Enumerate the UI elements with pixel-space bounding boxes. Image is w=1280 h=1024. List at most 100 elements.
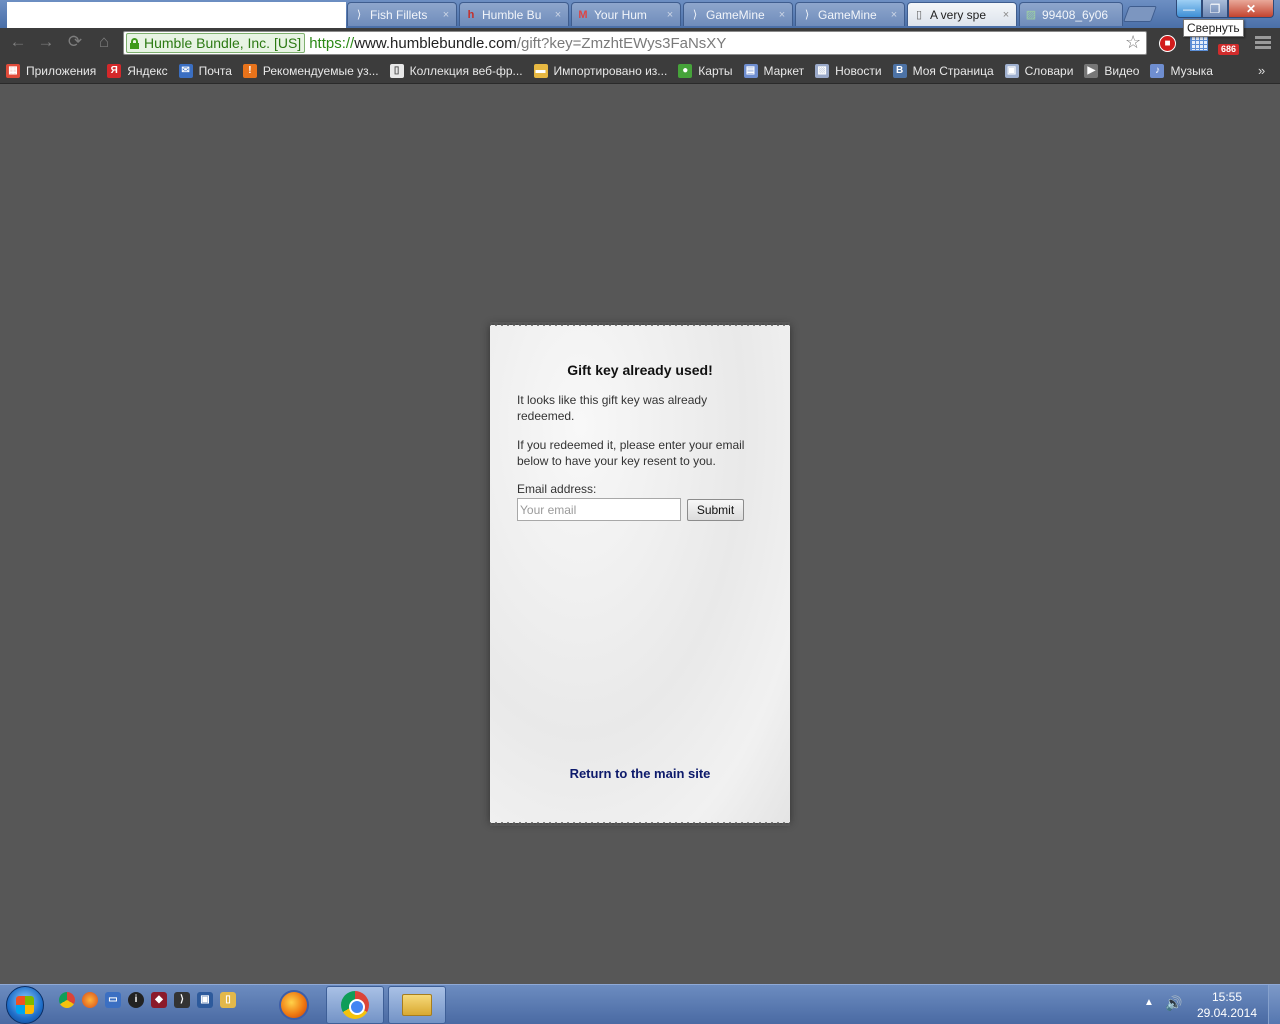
chrome-menu-icon[interactable] [1253, 34, 1273, 52]
firefox-icon [279, 990, 309, 1020]
volume-icon[interactable]: 🔊 [1165, 995, 1182, 1012]
adblock-extension-icon[interactable]: ■ [1159, 35, 1176, 52]
bookmark-item[interactable]: ♪ Музыка [1150, 63, 1213, 78]
chrome-icon [341, 991, 369, 1019]
gift-receipt-card: Gift key already used! It looks like thi… [490, 322, 790, 826]
tab-gamemine-2[interactable]: ⟩ GameMine × [795, 2, 905, 26]
folder-icon: ▬ [533, 63, 548, 78]
receipt-torn-edge-bottom [490, 820, 790, 826]
bookmark-item[interactable]: ▤ Маркет [743, 63, 805, 78]
quicklaunch-network-icon[interactable]: ▣ [197, 992, 213, 1008]
page-icon: ▯ [389, 63, 404, 78]
quicklaunch-files-icon[interactable]: ▯ [220, 992, 236, 1008]
redeemed-message: It looks like this gift key was already … [517, 393, 708, 423]
email-input[interactable] [517, 498, 681, 521]
document-icon: ▯ [915, 8, 923, 21]
tab-close-icon[interactable]: × [1000, 9, 1012, 21]
bookmark-item[interactable]: ▣ Словари [1004, 63, 1074, 78]
folder-icon [402, 994, 432, 1016]
close-window-button[interactable]: ✕ [1228, 0, 1274, 18]
maps-icon: ● [678, 63, 693, 78]
bookmark-label: Импортировано из... [553, 63, 668, 78]
taskbar-firefox[interactable] [270, 986, 318, 1024]
forward-button[interactable]: → [35, 32, 57, 52]
news-icon: ▧ [815, 63, 830, 78]
bookmark-item[interactable]: ▬ Импортировано из... [533, 63, 668, 78]
bookmark-label: Карты [698, 63, 733, 78]
receipt-torn-edge-top [490, 322, 790, 328]
address-bar[interactable]: Humble Bundle, Inc. [US] https://www.hum… [123, 31, 1147, 55]
bookmark-label: Маркет [763, 63, 805, 78]
minimize-tooltip: Свернуть [1183, 19, 1244, 37]
bookmark-item[interactable]: ▶ Видео [1084, 63, 1140, 78]
tab-close-icon[interactable]: × [664, 9, 676, 21]
tab-fish-fillets[interactable]: ⟩ Fish Fillets × [347, 2, 457, 26]
show-desktop-button[interactable] [1268, 985, 1280, 1024]
tab-image[interactable]: ▨ 99408_6y06 [1019, 2, 1123, 26]
minimize-button[interactable]: — [1176, 0, 1202, 18]
quicklaunch-chrome-icon[interactable] [59, 992, 75, 1008]
yandex-icon: Я [107, 63, 122, 78]
return-main-site-link[interactable]: Return to the main site [490, 766, 790, 781]
bookmark-label: Коллекция веб-фр... [409, 63, 523, 78]
tab-active[interactable]: ▯ A very spe × [907, 2, 1017, 26]
bookmark-item[interactable]: B Моя Страница [892, 63, 994, 78]
bookmark-star-icon[interactable]: ☆ [1125, 32, 1141, 53]
system-clock[interactable]: 15:55 29.04.2014 [1192, 989, 1262, 1021]
tray-expand-icon[interactable]: ▲ [1144, 997, 1154, 1008]
bookmark-item[interactable]: ! Рекомендуемые уз... [242, 63, 379, 78]
home-button[interactable]: ⌂ [93, 32, 115, 52]
image-icon: ▨ [1025, 8, 1037, 21]
submit-button[interactable]: Submit [687, 499, 744, 521]
url-text[interactable]: https://www.humblebundle.com/gift?key=Zm… [309, 35, 726, 52]
email-label: Email address: [517, 482, 597, 496]
tab-close-icon[interactable]: × [440, 9, 452, 21]
bookmark-label: Видео [1104, 63, 1140, 78]
bookmark-item[interactable]: Я Яндекс [107, 63, 168, 78]
resend-instructions: If you redeemed it, please enter your em… [517, 438, 745, 468]
apps-grid-icon: ▦ [6, 63, 20, 78]
bookmark-label: Приложения [26, 63, 97, 78]
bookmark-item[interactable]: ▧ Новости [815, 63, 882, 78]
bookmark-label: Яндекс [127, 63, 168, 78]
tab-close-icon[interactable]: × [888, 9, 900, 21]
taskbar-explorer[interactable] [388, 986, 446, 1024]
taskbar-chrome[interactable] [326, 986, 384, 1024]
vk-icon: B [892, 63, 907, 78]
bookmark-label: Моя Страница [912, 63, 994, 78]
grid-extension-icon[interactable] [1190, 35, 1208, 51]
bookmark-item[interactable]: ✉ Почта [178, 63, 232, 78]
tab-gmail[interactable]: M Your Hum × [571, 2, 681, 26]
page-title: Gift key already used! [567, 362, 713, 378]
reload-button[interactable]: ⟳ [64, 32, 86, 52]
bulb-icon: ! [242, 63, 257, 78]
new-tab-button[interactable] [1123, 6, 1157, 22]
quicklaunch-desktop-icon[interactable]: ▭ [105, 992, 121, 1008]
tab-gamemine-1[interactable]: ⟩ GameMine × [683, 2, 793, 26]
quicklaunch-cs-icon[interactable]: ⟩ [174, 992, 190, 1008]
bookmark-item[interactable]: ▯ Коллекция веб-фр... [389, 63, 523, 78]
maximize-button[interactable]: ❐ [1202, 0, 1228, 18]
bookmark-label: Словари [1024, 63, 1074, 78]
tab-humble-bundle[interactable]: h Humble Bu × [459, 2, 569, 26]
bookmark-label: Новости [835, 63, 882, 78]
extension-badge: 686 [1218, 44, 1240, 55]
quicklaunch-app-icon[interactable]: ◆ [151, 992, 167, 1008]
bookmarks-overflow-button[interactable]: » [1258, 63, 1265, 78]
tab-close-icon[interactable]: × [776, 9, 788, 21]
bookmark-item[interactable]: ● Карты [678, 63, 733, 78]
bookmark-label: Почта [198, 63, 232, 78]
quicklaunch-info-icon[interactable]: i [128, 992, 144, 1008]
start-button[interactable] [6, 986, 44, 1024]
dictionary-icon: ▣ [1004, 63, 1019, 78]
quicklaunch-firefox-icon[interactable] [82, 992, 98, 1008]
video-icon: ▶ [1084, 63, 1099, 78]
humble-icon: h [467, 8, 475, 21]
back-button[interactable]: ← [7, 32, 29, 52]
tab-close-icon[interactable]: × [552, 9, 564, 21]
windows-logo-icon [16, 996, 34, 1014]
tab-blank[interactable] [7, 2, 346, 28]
bookmark-item[interactable]: ▦ Приложения [6, 63, 97, 78]
ev-certificate-badge[interactable]: Humble Bundle, Inc. [US] [126, 33, 306, 53]
bookmark-label: Рекомендуемые уз... [262, 63, 379, 78]
